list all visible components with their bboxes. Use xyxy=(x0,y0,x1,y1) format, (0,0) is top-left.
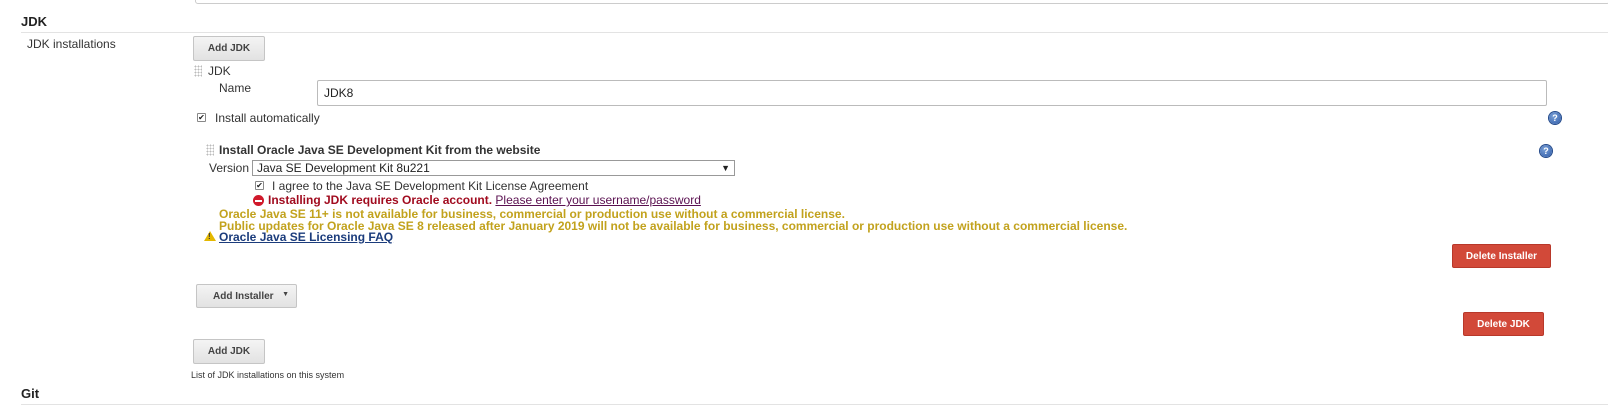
add-jdk-button-top[interactable]: Add JDK xyxy=(193,36,265,61)
drag-handle-icon[interactable] xyxy=(206,144,214,156)
name-label: Name xyxy=(219,81,252,95)
chevron-down-icon: ▼ xyxy=(282,291,289,298)
help-icon[interactable]: ? xyxy=(1540,145,1552,157)
warning-icon: ! xyxy=(204,231,216,241)
section-separator xyxy=(21,32,1608,33)
add-installer-label: Add Installer xyxy=(213,290,274,302)
jdk-installations-help-text: List of JDK installations on this system xyxy=(191,370,345,380)
add-jdk-button-bottom[interactable]: Add JDK xyxy=(193,339,265,364)
section-header-git: Git xyxy=(21,386,40,401)
help-icon[interactable]: ? xyxy=(1549,112,1561,124)
delete-installer-button[interactable]: Delete Installer xyxy=(1452,244,1551,268)
section-header-jdk: JDK xyxy=(21,14,48,29)
agree-license-checkbox[interactable]: ✔ xyxy=(255,181,264,190)
previous-field xyxy=(195,0,1608,4)
jdk-entry-title: JDK xyxy=(208,64,231,78)
version-select-value: Java SE Development Kit 8u221 xyxy=(257,161,430,175)
version-select[interactable]: Java SE Development Kit 8u221 ▼ xyxy=(252,160,735,176)
jdk-installations-label: JDK installations xyxy=(27,37,116,51)
installer-title: Install Oracle Java SE Development Kit f… xyxy=(219,143,541,157)
jdk-name-input[interactable]: JDK8 xyxy=(317,80,1547,106)
chevron-down-icon: ▼ xyxy=(721,163,730,173)
section-separator xyxy=(21,404,1608,405)
licensing-faq-link[interactable]: Oracle Java SE Licensing FAQ xyxy=(219,230,393,244)
add-installer-button[interactable]: Add Installer ▼ xyxy=(196,284,297,308)
install-automatically-checkbox[interactable]: ✔ xyxy=(197,113,206,122)
drag-handle-icon[interactable] xyxy=(194,65,202,77)
version-label: Version xyxy=(209,161,250,175)
error-text: Installing JDK requires Oracle account. xyxy=(268,193,493,207)
error-message: Installing JDK requires Oracle account. … xyxy=(268,193,701,207)
agree-license-label: I agree to the Java SE Development Kit L… xyxy=(272,179,589,193)
error-icon xyxy=(253,195,264,206)
delete-jdk-button[interactable]: Delete JDK xyxy=(1463,312,1544,336)
enter-credentials-link[interactable]: Please enter your username/password xyxy=(495,193,700,207)
install-automatically-label: Install automatically xyxy=(215,111,320,125)
